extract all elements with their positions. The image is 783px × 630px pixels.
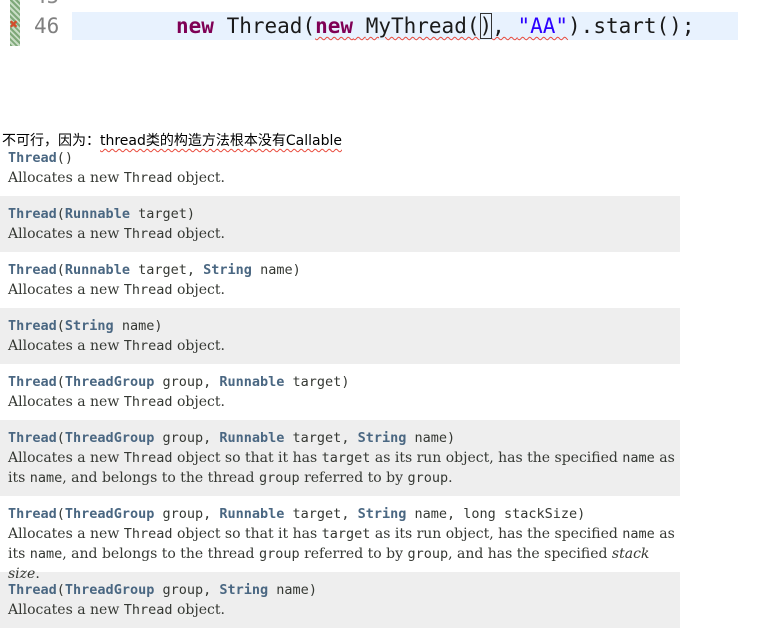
current-code-line[interactable]: new Thread(new MyThread(), "AA").start()… (72, 12, 738, 40)
param-name: target (138, 262, 187, 278)
constructor-row: Thread(Runnable target, String name) Allo… (0, 252, 680, 308)
param-type-link[interactable]: ThreadGroup (65, 430, 154, 446)
constructor-name-link[interactable]: Thread (8, 318, 57, 334)
param-type-link[interactable]: ThreadGroup (65, 582, 154, 598)
param-type-link[interactable]: String (65, 318, 114, 334)
constructor-description: Allocates a new Thread object. (8, 394, 225, 410)
code-class-thread: Thread( (226, 14, 316, 38)
param-type-link[interactable]: String (219, 582, 268, 598)
keyword-new: new (315, 14, 354, 38)
explanation-note: 不可行，因为：thread类的构造方法根本没有Callable (2, 130, 342, 150)
note-prefix: 不可行，因为： (2, 133, 100, 149)
constructor-description: Allocates a new Thread object. (8, 338, 225, 354)
param-type-link[interactable]: ThreadGroup (65, 506, 154, 522)
constructor-name-link[interactable]: Thread (8, 206, 57, 222)
code-text[interactable]: new Thread(new MyThread(), "AA").start()… (176, 13, 694, 39)
param-name: group (162, 582, 204, 598)
param-name: name (414, 506, 448, 522)
constructor-name-link[interactable]: Thread (8, 430, 57, 446)
constructor-signature: Thread(ThreadGroup group, String name) (8, 582, 317, 598)
param-name: target (292, 430, 342, 446)
constructor-name-link[interactable]: Thread (8, 262, 57, 278)
constructor-signature: Thread() (8, 150, 74, 166)
constructor-row: Thread(Runnable target) Allocates a new T… (0, 196, 680, 252)
param-type-link[interactable]: Runnable (219, 506, 284, 522)
line-number: 46 (34, 14, 60, 38)
code-separator: , (492, 14, 518, 38)
constructor-signature: Thread(Runnable target) (8, 206, 196, 222)
constructor-name-link[interactable]: Thread (8, 374, 57, 390)
constructor-description: Allocates a new Thread object. (8, 282, 225, 298)
param-type-link[interactable]: ThreadGroup (65, 374, 154, 390)
param-name: group (162, 430, 204, 446)
param-name: target (138, 206, 187, 222)
param-name: name (276, 582, 309, 598)
constructor-row: Thread() Allocates a new Thread object. (0, 148, 680, 196)
constructor-row: Thread(String name) Allocates a new Threa… (0, 308, 680, 364)
param-type-link[interactable]: String (358, 430, 407, 446)
param-name: target (292, 506, 342, 522)
constructor-description: Allocates a new Thread object. (8, 602, 225, 618)
code-tail: ).start(); (568, 14, 695, 38)
param-name: name (414, 430, 448, 446)
constructor-signature: Thread(String name) (8, 318, 163, 334)
param-name: group (162, 506, 204, 522)
constructor-description: Allocates a new Thread object. (8, 226, 225, 242)
constructor-row: Thread(ThreadGroup group, Runnable targe… (0, 496, 680, 582)
param-type-link[interactable]: String (358, 506, 407, 522)
constructor-row: Thread(ThreadGroup group, String name) Al… (0, 572, 680, 628)
param-name: name (260, 262, 293, 278)
constructor-name-link[interactable]: Thread (8, 506, 57, 522)
param-name: stackSize (503, 506, 578, 522)
constructor-signature: Thread(ThreadGroup group, Runnable targe… (8, 374, 350, 390)
code-editor[interactable]: ✖ 45 46 new Thread(new MyThread(), "AA")… (0, 0, 783, 48)
constructor-signature: Thread(Runnable target, String name) (8, 262, 301, 278)
param-type-link[interactable]: Runnable (219, 374, 284, 390)
error-marker-icon[interactable]: ✖ (9, 18, 21, 32)
param-type: long (463, 506, 496, 522)
constructor-description: Allocates a new Thread object so that it… (8, 450, 675, 486)
keyword-new: new (176, 14, 214, 38)
param-type-link[interactable]: String (203, 262, 252, 278)
param-type-link[interactable]: Runnable (65, 206, 130, 222)
param-name: group (162, 374, 204, 390)
param-name: name (121, 318, 155, 334)
string-literal: "AA" (517, 14, 569, 38)
constructor-row: Thread(ThreadGroup group, Runnable targe… (0, 420, 680, 496)
constructor-signature: Thread(ThreadGroup group, Runnable targe… (8, 430, 456, 446)
param-name: target (292, 374, 342, 390)
code-error-span: new MyThread(), "AA" (315, 13, 569, 39)
constructor-signature: Thread(ThreadGroup group, Runnable targe… (8, 506, 586, 522)
constructor-name-link[interactable]: Thread (8, 150, 57, 166)
code-class-mythread: MyThread( (365, 14, 480, 38)
line-number-previous: 45 (34, 0, 59, 8)
constructor-description: Allocates a new Thread object. (8, 170, 225, 186)
param-type-link[interactable]: Runnable (219, 430, 284, 446)
constructor-row: Thread(ThreadGroup group, Runnable targe… (0, 364, 680, 420)
constructor-name-link[interactable]: Thread (8, 582, 57, 598)
param-type-link[interactable]: Runnable (65, 262, 130, 278)
constructor-summary-table: Thread() Allocates a new Thread object. Th… (0, 148, 680, 628)
note-reason: thread类的构造方法根本没有Callable (100, 133, 342, 149)
text-cursor: ) (479, 13, 493, 39)
